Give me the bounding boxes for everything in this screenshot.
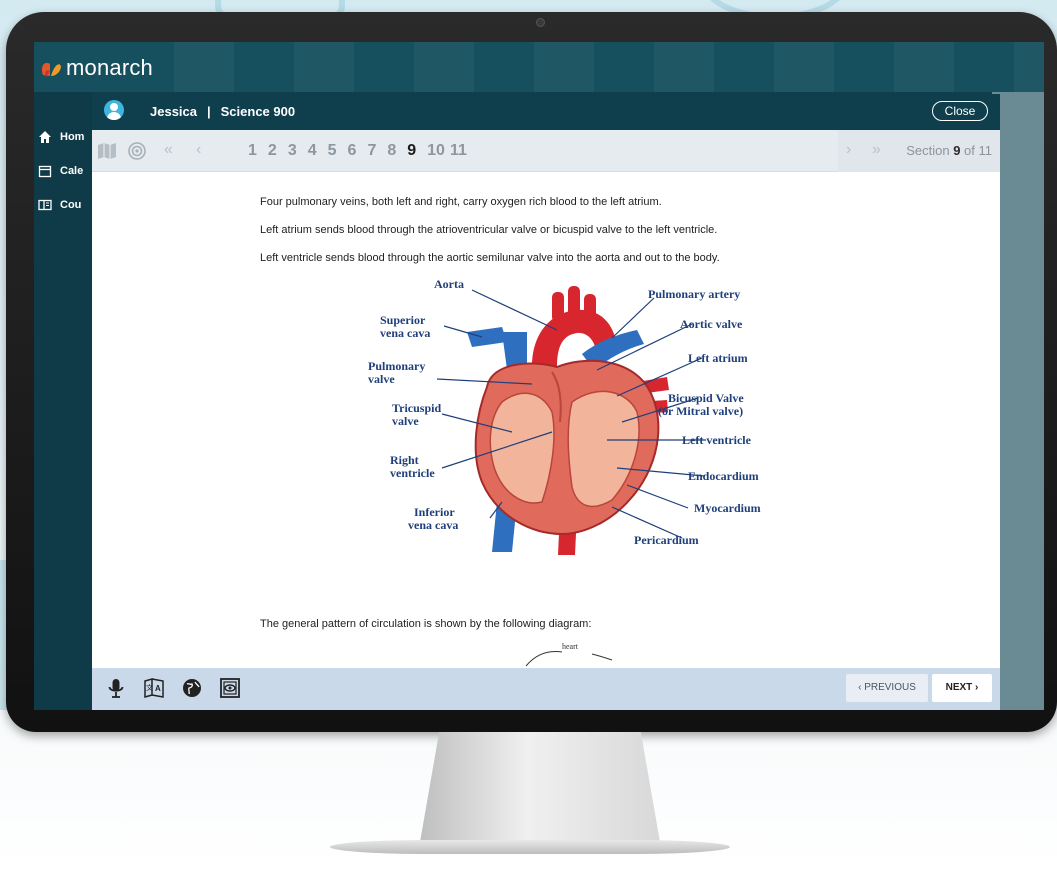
label-right-ventricle-2: ventricle <box>390 466 435 480</box>
label-myocardium: Myocardium <box>694 501 761 515</box>
page-link[interactable]: 10 <box>427 142 445 160</box>
page-link[interactable]: 7 <box>367 142 376 160</box>
label-pulmonary-valve-2: valve <box>368 372 395 386</box>
home-icon <box>39 131 51 143</box>
logo-text: monarch <box>66 55 153 80</box>
label-tricuspid-2: valve <box>392 414 419 428</box>
page-link[interactable]: 4 <box>308 142 317 160</box>
screen-mask-icon[interactable] <box>218 676 242 700</box>
sidebar-item-label: Hom <box>60 131 85 143</box>
paragraph: Left ventricle sends blood through the a… <box>260 252 720 264</box>
svg-text:A: A <box>155 684 161 693</box>
heart-diagram: Aorta Pulmonary artery Superior vena cav… <box>368 272 772 572</box>
page-link[interactable]: 3 <box>288 142 297 160</box>
monitor-stand <box>420 732 660 842</box>
first-page-icon[interactable]: « <box>164 141 173 159</box>
page-list: 1 2 3 4 5 6 7 8 9 10 11 <box>248 142 467 160</box>
modal-title: Jessica | Science 900 <box>150 104 295 119</box>
paragraph: Four pulmonary veins, both left and righ… <box>260 196 662 208</box>
title-separator: | <box>207 104 211 119</box>
label-pulmonary-artery: Pulmonary artery <box>648 287 741 301</box>
svg-text:文: 文 <box>146 683 153 692</box>
target-icon[interactable] <box>126 140 148 162</box>
screen: monarch Hom Cale Cou Jessica | Science 9… <box>34 42 1044 710</box>
sidebar-item-label: Cou <box>60 199 82 211</box>
globe-icon[interactable] <box>180 676 204 700</box>
label-endocardium: Endocardium <box>688 469 759 483</box>
page-link[interactable]: 11 <box>450 142 467 160</box>
sidebar-item-label: Cale <box>60 165 84 177</box>
next-page-icon[interactable]: › <box>846 141 851 159</box>
app-logo[interactable]: monarch <box>40 55 153 81</box>
label-left-atrium: Left atrium <box>688 351 748 365</box>
lesson-modal: Jessica | Science 900 Close « ‹ 1 2 3 4 … <box>92 94 1000 710</box>
paragraph: The general pattern of circulation is sh… <box>260 618 592 630</box>
label-inferior-vena-cava-2: vena cava <box>408 518 459 532</box>
lesson-content: Four pulmonary veins, both left and righ… <box>92 172 1000 668</box>
lesson-footer: A 文 ‹ PREVIOUS NEXT › <box>92 668 1000 710</box>
label-aorta: Aorta <box>434 277 464 291</box>
page-link[interactable]: 5 <box>328 142 337 160</box>
label-bicuspid-2: (or Mitral valve) <box>658 404 744 418</box>
label-pericardium: Pericardium <box>634 533 699 547</box>
page-link-current[interactable]: 9 <box>407 142 416 160</box>
label-left-ventricle: Left ventricle <box>682 433 751 447</box>
section-indicator-area: › » Section 9 of 11 <box>838 130 1000 172</box>
paragraph: Left atrium sends blood through the atri… <box>260 224 718 236</box>
page-link[interactable]: 2 <box>268 142 277 160</box>
user-avatar-icon <box>104 100 124 120</box>
section-navbar: « ‹ 1 2 3 4 5 6 7 8 9 10 11 › » Section … <box>92 130 1000 172</box>
microphone-icon[interactable] <box>104 676 128 700</box>
sidebar-item-calendar[interactable]: Cale <box>38 164 83 178</box>
translate-icon[interactable]: A 文 <box>142 676 166 700</box>
book-icon <box>38 199 52 211</box>
label-superior-vena-cava-2: vena cava <box>380 326 431 340</box>
map-icon[interactable] <box>96 140 118 162</box>
camera-icon <box>536 18 545 27</box>
course-name: Science 900 <box>220 104 296 119</box>
user-name: Jessica <box>150 104 197 119</box>
sidebar-item-home[interactable]: Hom <box>38 130 84 144</box>
close-button[interactable]: Close <box>932 101 988 121</box>
previous-button[interactable]: ‹ PREVIOUS <box>846 674 928 702</box>
page-link[interactable]: 8 <box>387 142 396 160</box>
last-page-icon[interactable]: » <box>872 141 881 159</box>
app-sidebar: Hom Cale Cou <box>34 92 94 710</box>
monitor-frame: monarch Hom Cale Cou Jessica | Science 9… <box>6 12 1057 732</box>
prev-page-icon[interactable]: ‹ <box>196 141 201 159</box>
modal-title-bar: Jessica | Science 900 Close <box>92 94 1000 130</box>
sidebar-item-courses[interactable]: Cou <box>38 198 81 212</box>
monitor-stand-base <box>330 840 730 854</box>
label-aortic-valve: Aortic valve <box>680 317 743 331</box>
app-header: monarch <box>34 42 1044 92</box>
calendar-icon <box>38 165 52 178</box>
butterfly-logo-icon <box>41 62 61 77</box>
page-link[interactable]: 1 <box>248 142 257 160</box>
next-button[interactable]: NEXT › <box>932 674 992 702</box>
page-link[interactable]: 6 <box>348 142 357 160</box>
section-indicator: Section 9 of 11 <box>906 143 992 158</box>
circulation-hint-label: heart <box>562 642 578 651</box>
